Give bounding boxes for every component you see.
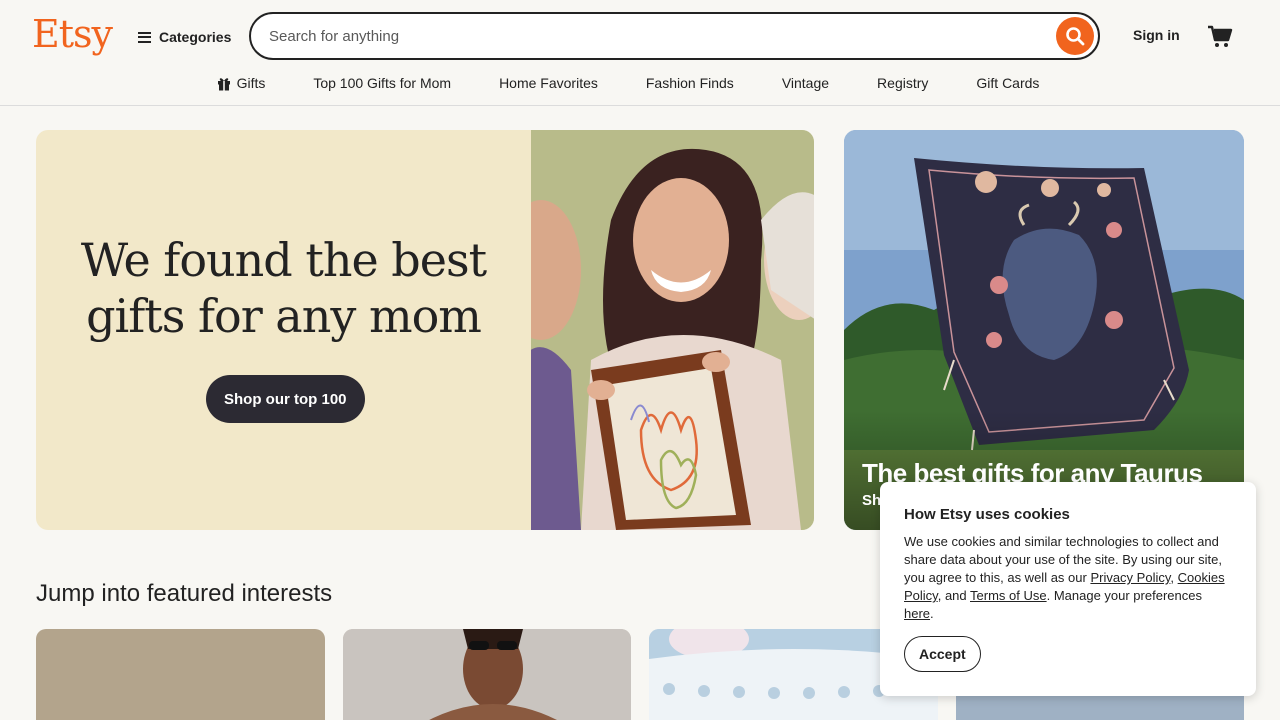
nav-item-fashion-finds[interactable]: Fashion Finds bbox=[646, 75, 734, 91]
hamburger-icon bbox=[138, 31, 151, 43]
featured-tile-photo bbox=[343, 629, 631, 720]
hero-banner[interactable]: We found the best gifts for any mom Shop… bbox=[36, 130, 814, 530]
cart-icon[interactable] bbox=[1206, 22, 1234, 50]
search-icon bbox=[1066, 27, 1085, 46]
search-bar bbox=[249, 12, 1100, 60]
sign-in-link[interactable]: Sign in bbox=[1133, 27, 1180, 43]
hero-title: We found the best gifts for any mom bbox=[36, 232, 531, 344]
etsy-logo[interactable]: Etsy bbox=[32, 12, 113, 56]
privacy-policy-link[interactable]: Privacy Policy bbox=[1090, 570, 1170, 585]
accept-cookies-button[interactable]: Accept bbox=[904, 636, 981, 672]
nav-item-registry[interactable]: Registry bbox=[877, 75, 928, 91]
nav-item-gifts[interactable]: Gifts bbox=[217, 75, 266, 91]
terms-of-use-link[interactable]: Terms of Use bbox=[970, 588, 1047, 603]
nav-item-home-favorites[interactable]: Home Favorites bbox=[499, 75, 598, 91]
cookie-text: , and bbox=[937, 588, 971, 603]
shop-top-100-button[interactable]: Shop our top 100 bbox=[206, 375, 365, 423]
category-nav: Gifts Top 100 Gifts for Mom Home Favorit… bbox=[0, 70, 1280, 96]
cookie-dialog-body: We use cookies and similar technologies … bbox=[904, 533, 1232, 623]
hero-title-line-1: We found the best bbox=[80, 233, 487, 287]
categories-button[interactable]: Categories bbox=[138, 26, 231, 48]
categories-label: Categories bbox=[159, 29, 232, 45]
taurus-card-link[interactable]: Sh bbox=[862, 492, 881, 509]
site-header: Etsy Categories Sign in Gifts bbox=[0, 0, 1280, 106]
featured-tile[interactable] bbox=[36, 629, 325, 720]
manage-preferences-link[interactable]: here bbox=[904, 606, 930, 621]
cookie-text: , bbox=[1170, 570, 1178, 585]
hero-photo-women-with-framed-handprints bbox=[531, 130, 814, 530]
nav-item-gift-cards[interactable]: Gift Cards bbox=[976, 75, 1039, 91]
nav-item-vintage[interactable]: Vintage bbox=[782, 75, 829, 91]
nav-label: Gifts bbox=[236, 75, 266, 91]
cookie-text: . Manage your preferences bbox=[1046, 588, 1202, 603]
gift-icon bbox=[217, 77, 230, 90]
featured-interests-title: Jump into featured interests bbox=[36, 580, 333, 607]
hero-title-line-2: gifts for any mom bbox=[86, 289, 482, 343]
featured-tile[interactable] bbox=[343, 629, 631, 720]
cookie-dialog-title: How Etsy uses cookies bbox=[904, 506, 1070, 523]
cookie-consent-dialog: How Etsy uses cookies We use cookies and… bbox=[880, 482, 1256, 696]
nav-item-top-100[interactable]: Top 100 Gifts for Mom bbox=[313, 75, 451, 91]
search-input[interactable] bbox=[269, 24, 1029, 48]
search-button[interactable] bbox=[1056, 17, 1094, 55]
cookie-text: . bbox=[930, 606, 934, 621]
taurus-gifts-card[interactable]: The best gifts for any Taurus Sh bbox=[844, 130, 1244, 530]
